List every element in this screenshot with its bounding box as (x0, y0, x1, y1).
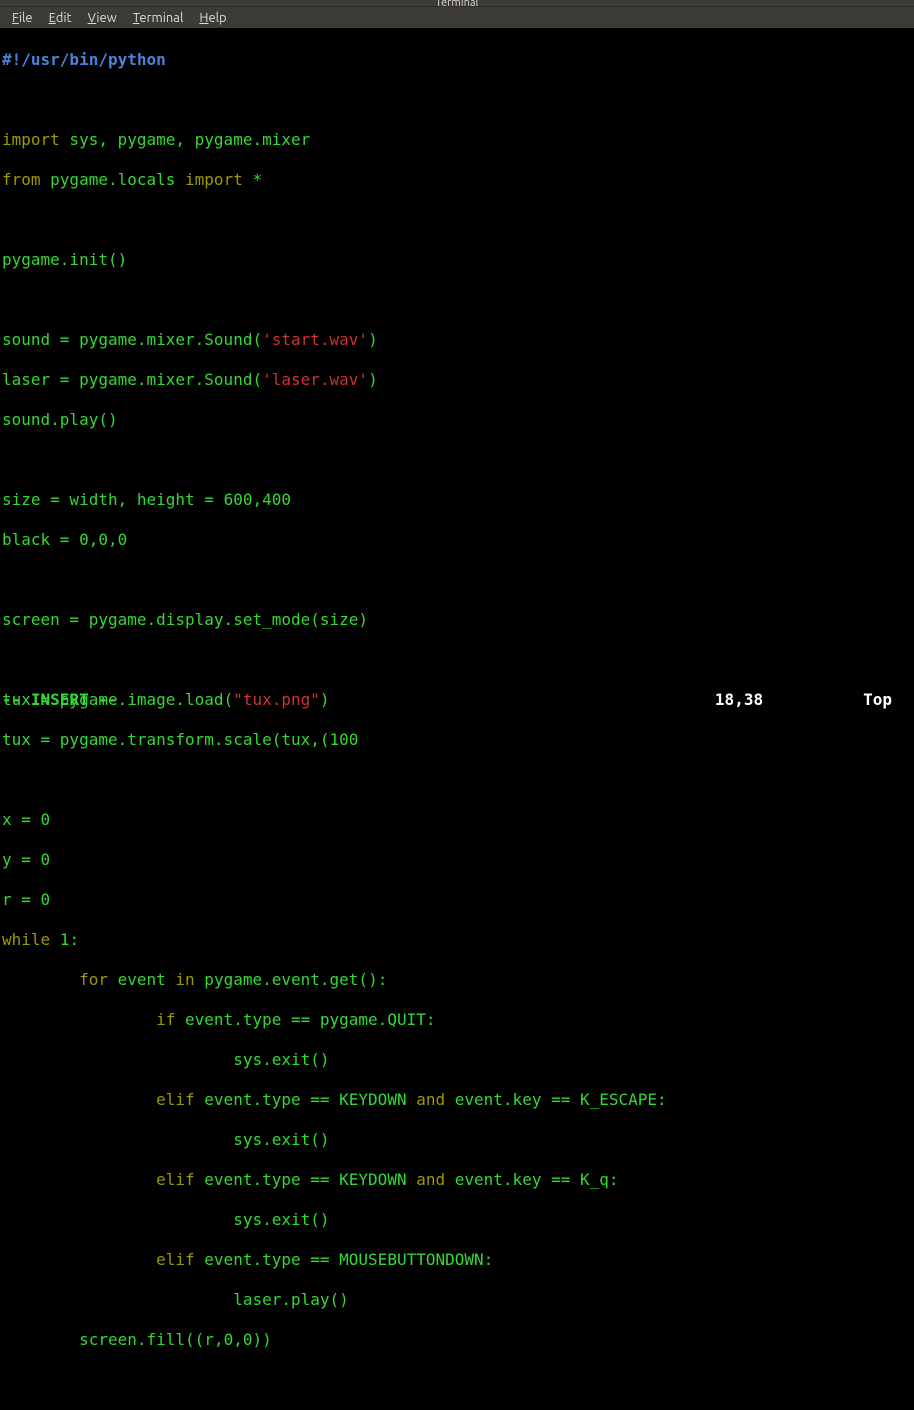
code-line: sound = pygame.mixer.Sound('start.wav') (2, 330, 912, 350)
code-line: black = 0,0,0 (2, 530, 912, 550)
code-line: #!/usr/bin/python (2, 50, 912, 70)
code-line: x = 0 (2, 810, 912, 830)
code-line: laser.play() (2, 1290, 912, 1310)
menu-view[interactable]: View (80, 9, 125, 27)
code-line: elif event.type == KEYDOWN and event.key… (2, 1090, 912, 1110)
menu-terminal[interactable]: Terminal (125, 9, 192, 27)
menu-edit[interactable]: Edit (41, 9, 80, 27)
code-line: elif event.type == KEYDOWN and event.key… (2, 1170, 912, 1190)
code-line: y = 0 (2, 850, 912, 870)
code-line: elif event.type == MOUSEBUTTONDOWN: (2, 1250, 912, 1270)
code-line: r = 0 (2, 890, 912, 910)
code-line: sys.exit() (2, 1210, 912, 1230)
code-line (2, 290, 912, 310)
code-line: pygame.init() (2, 250, 912, 270)
vim-mode: -- INSERT -- (2, 690, 118, 710)
code-line: screen = pygame.display.set_mode(size) (2, 610, 912, 630)
vim-cursor-position: 18,38 (715, 690, 863, 710)
menu-help[interactable]: Help (191, 9, 234, 27)
code-line: tux = pygame.transform.scale(tux,(100 (2, 730, 912, 750)
code-line: import sys, pygame, pygame.mixer (2, 130, 912, 150)
vim-statusline: -- INSERT -- 18,38 Top (2, 690, 912, 710)
window-title: Terminal (436, 0, 479, 9)
code-line (2, 450, 912, 470)
vim-scroll-percent: Top (863, 690, 912, 710)
code-line: laser = pygame.mixer.Sound('laser.wav') (2, 370, 912, 390)
code-line: size = width, height = 600,400 (2, 490, 912, 510)
code-line (2, 90, 912, 110)
code-line (2, 650, 912, 670)
code-line (2, 770, 912, 790)
code-line: sys.exit() (2, 1050, 912, 1070)
code-line: if event.type == pygame.QUIT: (2, 1010, 912, 1030)
code-line: from pygame.locals import * (2, 170, 912, 190)
menubar: File Edit View Terminal Help (0, 6, 914, 28)
menu-file[interactable]: File (4, 9, 41, 27)
code-line: screen.fill((r,0,0)) (2, 1330, 912, 1350)
code-line (2, 570, 912, 590)
code-line: sound.play() (2, 410, 912, 430)
shebang: #!/usr/bin/python (2, 50, 166, 69)
code-line: while 1: (2, 930, 912, 950)
code-line: for event in pygame.event.get(): (2, 970, 912, 990)
code-line (2, 210, 912, 230)
code-line: sys.exit() (2, 1130, 912, 1150)
terminal-viewport[interactable]: #!/usr/bin/python import sys, pygame, py… (0, 28, 914, 720)
